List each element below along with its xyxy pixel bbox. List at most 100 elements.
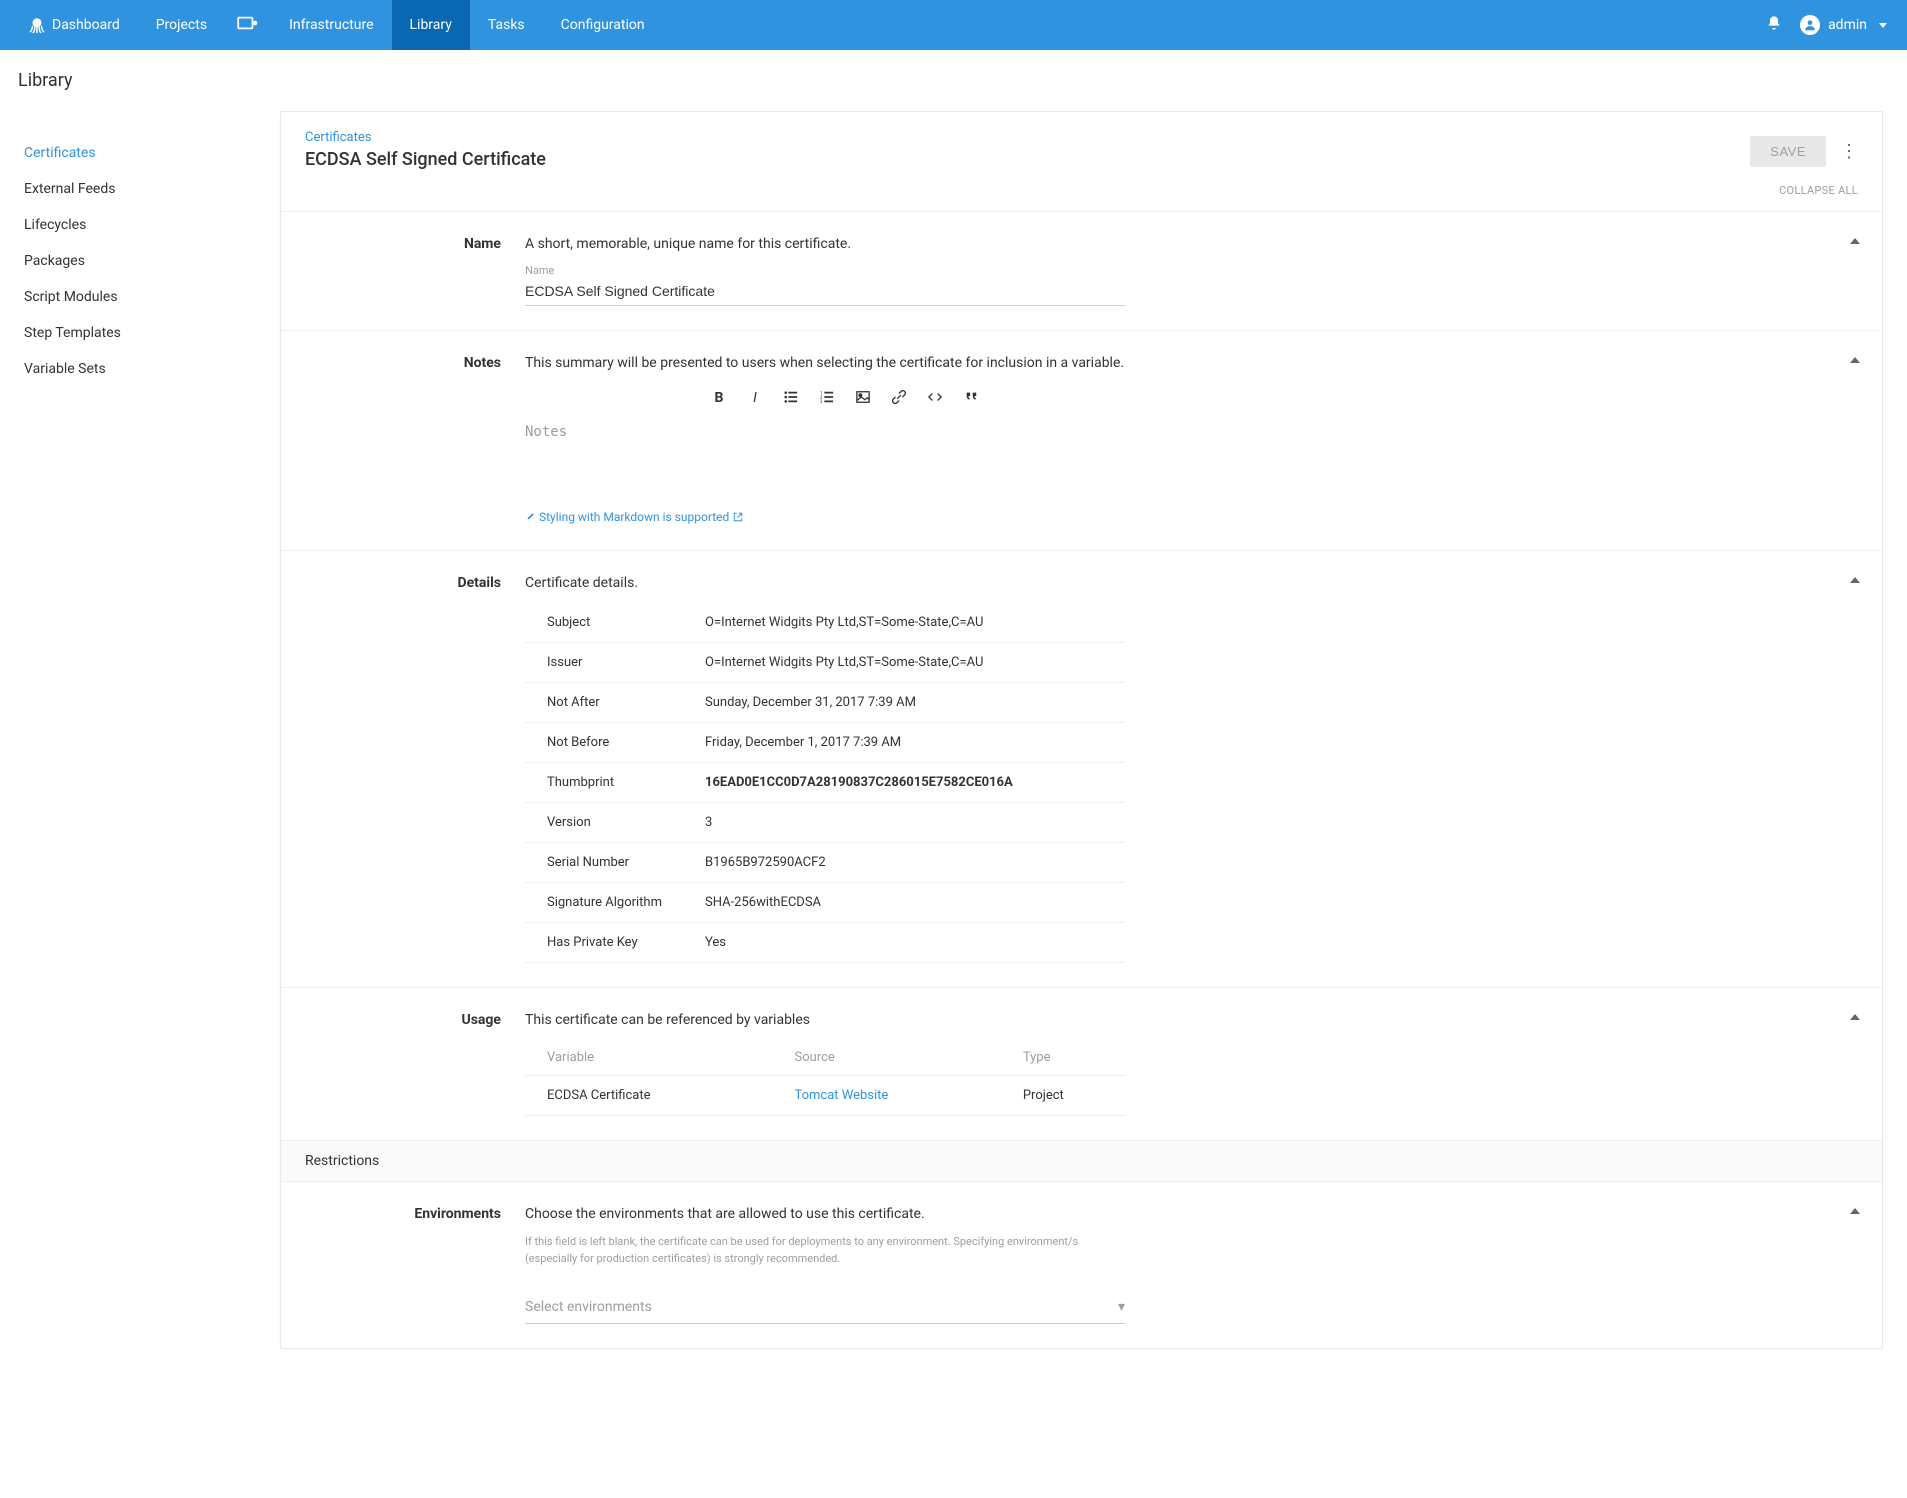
sidebar-item-lifecycles[interactable]: Lifecycles: [24, 207, 256, 243]
details-key: Signature Algorithm: [525, 883, 705, 923]
details-value: SHA-256withECDSA: [705, 883, 1125, 923]
usage-col-type: Type: [1001, 1040, 1125, 1076]
section-name-toggle[interactable]: [1850, 232, 1860, 248]
chevron-down-icon: ▾: [1118, 1299, 1125, 1315]
details-row: Version3: [525, 803, 1125, 843]
sidebar-item-variable-sets[interactable]: Variable Sets: [24, 351, 256, 387]
env-note: If this field is left blank, the certifi…: [525, 1234, 1085, 1267]
notes-textarea[interactable]: [525, 420, 1125, 500]
card-title: ECDSA Self Signed Certificate: [305, 149, 546, 170]
usage-source: Tomcat Website: [772, 1076, 1000, 1116]
details-row: Not BeforeFriday, December 1, 2017 7:39 …: [525, 723, 1125, 763]
nav-dashboard-label: Dashboard: [52, 17, 120, 33]
details-key: Thumbprint: [525, 763, 705, 803]
chevron-up-icon: [1850, 577, 1860, 583]
page-title: Library: [0, 50, 1907, 111]
user-menu[interactable]: admin: [1800, 15, 1887, 35]
usage-helper: This certificate can be referenced by va…: [525, 1012, 1165, 1028]
section-usage: Usage This certificate can be referenced…: [281, 987, 1882, 1140]
details-key: Subject: [525, 603, 705, 643]
sidebar-item-script-modules[interactable]: Script Modules: [24, 279, 256, 315]
code-icon[interactable]: [926, 390, 944, 408]
quote-icon[interactable]: [962, 390, 980, 408]
details-value: Yes: [705, 923, 1125, 963]
details-value: Sunday, December 31, 2017 7:39 AM: [705, 683, 1125, 723]
nav-library[interactable]: Library: [392, 0, 470, 50]
nav-dashboard[interactable]: Dashboard: [10, 0, 138, 50]
sidebar-item-certificates[interactable]: Certificates: [24, 135, 256, 171]
notes-helper: This summary will be presented to users …: [525, 355, 1165, 371]
details-row: Has Private KeyYes: [525, 923, 1125, 963]
link-icon[interactable]: [890, 390, 908, 408]
sidebar-item-external-feeds[interactable]: External Feeds: [24, 171, 256, 207]
details-value: 3: [705, 803, 1125, 843]
usage-variable: ECDSA Certificate: [525, 1076, 772, 1116]
chevron-up-icon: [1850, 238, 1860, 244]
details-key: Version: [525, 803, 705, 843]
details-row: Signature AlgorithmSHA-256withECDSA: [525, 883, 1125, 923]
collapse-all-button[interactable]: COLLAPSE ALL: [281, 180, 1882, 211]
notes-toolbar: B I 123: [525, 383, 1165, 420]
name-input[interactable]: [525, 277, 1125, 306]
details-key: Issuer: [525, 643, 705, 683]
section-env-toggle[interactable]: [1850, 1202, 1860, 1218]
name-helper: A short, memorable, unique name for this…: [525, 236, 1165, 252]
nav-tasks[interactable]: Tasks: [470, 0, 543, 50]
section-notes-toggle[interactable]: [1850, 351, 1860, 367]
details-value: B1965B972590ACF2: [705, 843, 1125, 883]
section-env-label: Environments: [305, 1206, 525, 1324]
section-usage-toggle[interactable]: [1850, 1008, 1860, 1024]
usage-row: ECDSA Certificate Tomcat Website Project: [525, 1076, 1125, 1116]
details-value: 16EAD0E1CC0D7A28190837C286015E7582CE016A: [705, 763, 1125, 803]
octopus-logo-icon: [28, 16, 46, 34]
nav-project-switcher[interactable]: [225, 0, 271, 50]
svg-text:3: 3: [820, 400, 823, 404]
details-key: Not After: [525, 683, 705, 723]
markdown-link-label: Styling with Markdown is supported: [539, 510, 729, 524]
details-table: SubjectO=Internet Widgits Pty Ltd,ST=Som…: [525, 603, 1125, 963]
top-nav: Dashboard Projects Infrastructure Librar…: [0, 0, 1907, 50]
nav-configuration[interactable]: Configuration: [543, 0, 663, 50]
chevron-up-icon: [1850, 1014, 1860, 1020]
usage-type: Project: [1001, 1076, 1125, 1116]
bold-icon[interactable]: B: [710, 390, 728, 408]
chevron-up-icon: [1850, 1208, 1860, 1214]
details-key: Serial Number: [525, 843, 705, 883]
save-button[interactable]: SAVE: [1750, 136, 1826, 167]
certificate-card: Certificates ECDSA Self Signed Certifica…: [280, 111, 1883, 1349]
markdown-help-link[interactable]: Styling with Markdown is supported: [525, 510, 743, 524]
section-name-label: Name: [305, 236, 525, 306]
details-row: SubjectO=Internet Widgits Pty Ltd,ST=Som…: [525, 603, 1125, 643]
numbered-list-icon[interactable]: 123: [818, 390, 836, 408]
bullet-list-icon[interactable]: [782, 390, 800, 408]
nav-projects[interactable]: Projects: [138, 0, 225, 50]
image-icon[interactable]: [854, 390, 872, 408]
details-key: Not Before: [525, 723, 705, 763]
user-name: admin: [1828, 17, 1867, 33]
environments-select[interactable]: Select environments ▾: [525, 1291, 1125, 1324]
env-helper: Choose the environments that are allowed…: [525, 1206, 1165, 1222]
usage-source-link[interactable]: Tomcat Website: [794, 1088, 888, 1103]
section-notes-label: Notes: [305, 355, 525, 526]
breadcrumb[interactable]: Certificates: [305, 130, 546, 145]
details-row: IssuerO=Internet Widgits Pty Ltd,ST=Some…: [525, 643, 1125, 683]
section-details-label: Details: [305, 575, 525, 963]
avatar-icon: [1800, 15, 1820, 35]
section-usage-label: Usage: [305, 1012, 525, 1116]
section-details-toggle[interactable]: [1850, 571, 1860, 587]
usage-col-variable: Variable: [525, 1040, 772, 1076]
details-key: Has Private Key: [525, 923, 705, 963]
external-link-icon: [733, 512, 743, 522]
sidebar-item-step-templates[interactable]: Step Templates: [24, 315, 256, 351]
nav-infrastructure[interactable]: Infrastructure: [271, 0, 391, 50]
overflow-menu-icon[interactable]: ⋮: [1840, 141, 1858, 162]
section-environments: Environments Choose the environments tha…: [281, 1181, 1882, 1348]
details-row: Not AfterSunday, December 31, 2017 7:39 …: [525, 683, 1125, 723]
details-value: O=Internet Widgits Pty Ltd,ST=Some-State…: [705, 643, 1125, 683]
italic-icon[interactable]: I: [746, 390, 764, 408]
project-switcher-icon: [237, 15, 259, 35]
sidebar-item-packages[interactable]: Packages: [24, 243, 256, 279]
chevron-down-icon: [1879, 23, 1887, 28]
details-value: Friday, December 1, 2017 7:39 AM: [705, 723, 1125, 763]
notifications-icon[interactable]: [1766, 15, 1782, 35]
